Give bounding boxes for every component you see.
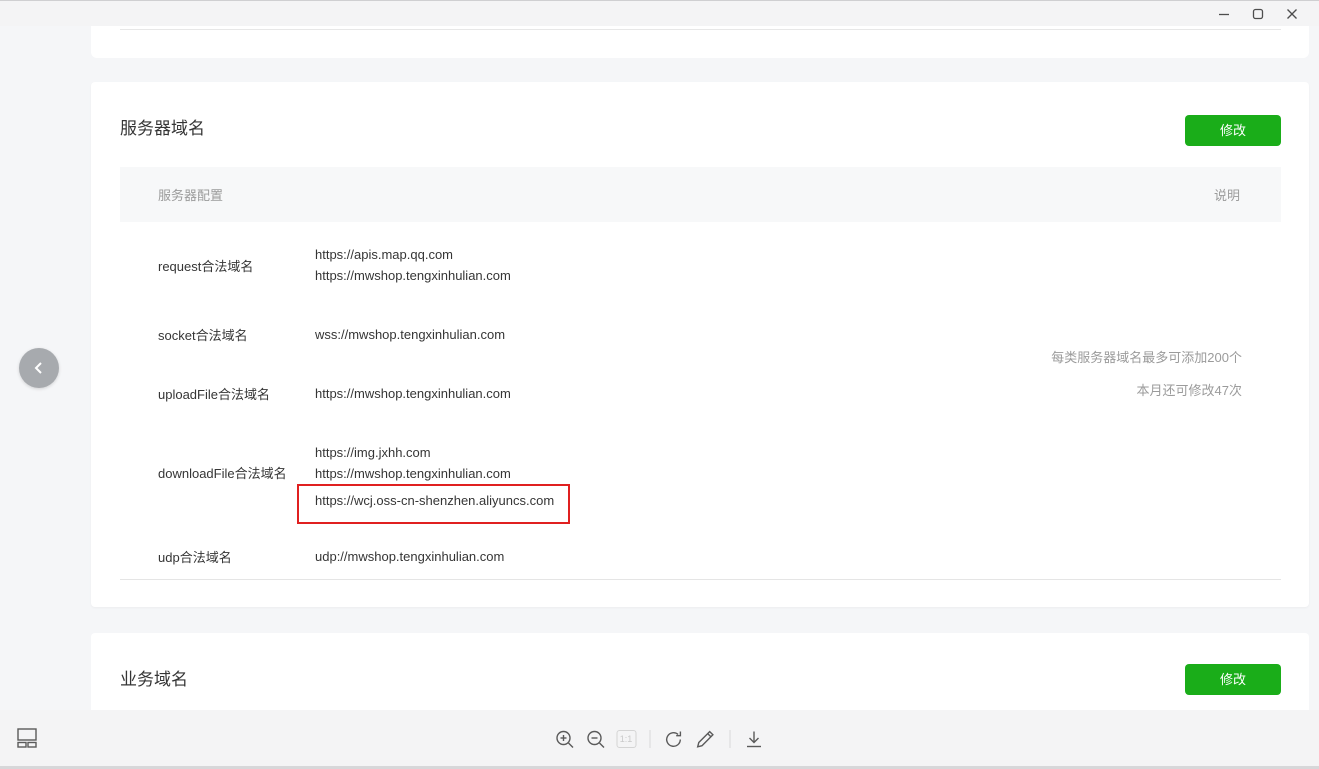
zoom-out-button[interactable] [585, 728, 607, 750]
domain-value: https://img.jxhh.com [315, 442, 570, 463]
bottom-toolbar: 1:1 [0, 710, 1319, 769]
row-values: https://mwshop.tengxinhulian.com [315, 383, 511, 404]
row-values: wss://mwshop.tengxinhulian.com [315, 324, 505, 345]
maximize-icon [1252, 8, 1264, 20]
back-button[interactable] [19, 348, 59, 388]
download-icon [744, 729, 765, 750]
domain-value: https://apis.map.qq.com [315, 244, 511, 265]
zoom-out-icon [586, 729, 607, 750]
divider [120, 579, 1281, 580]
row-values: https://apis.map.qq.com https://mwshop.t… [315, 244, 511, 286]
device-preview-button[interactable] [16, 726, 38, 748]
domain-value: https://mwshop.tengxinhulian.com [315, 463, 570, 484]
header-config-label: 服务器配置 [158, 185, 223, 204]
download-button[interactable] [743, 728, 765, 750]
highlight-annotation-box: https://wcj.oss-cn-shenzhen.aliyuncs.com [297, 484, 570, 524]
domain-value: https://mwshop.tengxinhulian.com [315, 383, 511, 404]
row-label: downloadFile合法域名 [158, 442, 315, 482]
device-preview-icon [16, 726, 38, 748]
zoom-in-button[interactable] [554, 728, 576, 750]
business-domain-title: 业务域名 [120, 670, 188, 690]
note-max-domains: 每类服务器域名最多可添加200个 [1051, 347, 1242, 368]
close-icon [1286, 8, 1298, 20]
zoom-in-icon [555, 729, 576, 750]
table-header: 服务器配置 说明 [120, 167, 1281, 222]
table-row-socket: socket合法域名 wss://mwshop.tengxinhulian.co… [120, 324, 1281, 345]
toolbar-separator [729, 730, 730, 748]
table-row-downloadfile: downloadFile合法域名 https://img.jxhh.com ht… [120, 442, 1281, 524]
close-button[interactable] [1275, 1, 1309, 27]
server-domain-card: 服务器域名 修改 服务器配置 说明 request合法域名 https://ap… [91, 82, 1309, 607]
row-label: request合法域名 [158, 256, 315, 275]
window-titlebar [0, 0, 1319, 26]
edit-button[interactable] [694, 728, 716, 750]
minimize-icon [1218, 8, 1230, 20]
note-column: 每类服务器域名最多可添加200个 本月还可修改47次 [1051, 347, 1242, 401]
domain-value: udp://mwshop.tengxinhulian.com [315, 546, 504, 567]
row-values: udp://mwshop.tengxinhulian.com [315, 546, 504, 567]
row-label: socket合法域名 [158, 325, 315, 344]
previous-section-card-partial [91, 26, 1309, 58]
refresh-icon [664, 729, 685, 750]
minimize-button[interactable] [1207, 1, 1241, 27]
server-domain-modify-button[interactable]: 修改 [1185, 115, 1281, 146]
server-domain-title: 服务器域名 [120, 119, 205, 139]
domain-value: wss://mwshop.tengxinhulian.com [315, 324, 505, 345]
table-row-request: request合法域名 https://apis.map.qq.com http… [120, 244, 1281, 286]
maximize-button[interactable] [1241, 1, 1275, 27]
header-note-label: 说明 [1214, 185, 1240, 204]
toolbar-separator [649, 730, 650, 748]
row-values: https://img.jxhh.com https://mwshop.teng… [315, 442, 570, 524]
domain-value: https://mwshop.tengxinhulian.com [315, 265, 511, 286]
row-label: uploadFile合法域名 [158, 384, 315, 403]
edit-pencil-icon [695, 729, 715, 749]
window-controls [1207, 1, 1309, 27]
business-domain-card: 业务域名 修改 [91, 633, 1309, 710]
note-remaining-modifications: 本月还可修改47次 [1051, 380, 1242, 401]
canvas-tool-group: 1:1 [554, 724, 765, 754]
table-row-udp: udp合法域名 udp://mwshop.tengxinhulian.com [120, 546, 1281, 567]
chevron-left-icon [31, 360, 47, 376]
row-label: udp合法域名 [158, 547, 315, 566]
divider [120, 29, 1281, 30]
domain-value-highlighted: https://wcj.oss-cn-shenzhen.aliyuncs.com [315, 493, 554, 508]
business-domain-modify-button[interactable]: 修改 [1185, 664, 1281, 695]
refresh-button[interactable] [663, 728, 685, 750]
actual-size-button[interactable]: 1:1 [616, 730, 636, 748]
